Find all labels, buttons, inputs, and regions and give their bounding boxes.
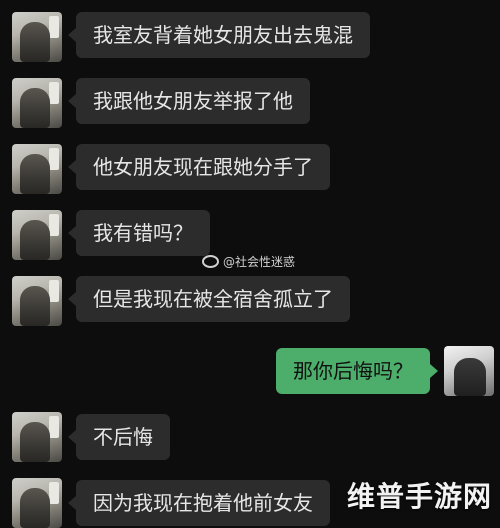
brand-watermark: 维普手游网 — [346, 480, 492, 513]
avatar-figure — [20, 220, 50, 260]
message-bubble-7[interactable]: 不后悔 — [68, 414, 170, 460]
watermark-text: @社会性迷惑 — [223, 254, 296, 269]
avatar-image — [49, 16, 59, 38]
avatar-image — [49, 280, 59, 302]
message-bubble-8[interactable]: 因为我现在抱着他前女友 — [68, 480, 330, 526]
avatar-image — [49, 482, 59, 504]
avatar-figure — [20, 286, 50, 326]
weibo-icon — [202, 254, 219, 268]
message-bubble-6[interactable]: 那你后悔吗？ — [276, 348, 438, 394]
avatar-figure — [454, 358, 486, 396]
message-bubble-4[interactable]: 我有错吗？ — [68, 210, 210, 256]
avatar-image — [49, 214, 59, 236]
avatar-figure — [20, 22, 50, 62]
message-bubble-2[interactable]: 我跟他女朋友举报了他 — [68, 78, 310, 124]
contact-avatar[interactable] — [12, 412, 62, 462]
avatar-image — [49, 82, 59, 104]
avatar-figure — [20, 154, 50, 194]
my-avatar[interactable] — [444, 346, 494, 396]
message-bubble-5[interactable]: 但是我现在被全宿舍孤立了 — [68, 276, 350, 322]
avatar-figure — [20, 88, 50, 128]
avatar-image — [49, 416, 59, 438]
contact-avatar[interactable] — [12, 12, 62, 62]
watermark: @社会性迷惑 — [202, 252, 295, 270]
contact-avatar[interactable] — [12, 78, 62, 128]
message-bubble-1[interactable]: 我室友背着她女朋友出去鬼混 — [68, 12, 370, 58]
contact-avatar[interactable] — [12, 144, 62, 194]
avatar-image — [49, 148, 59, 170]
contact-avatar[interactable] — [12, 210, 62, 260]
contact-avatar[interactable] — [12, 276, 62, 326]
message-bubble-3[interactable]: 他女朋友现在跟她分手了 — [68, 144, 330, 190]
avatar-figure — [20, 488, 50, 528]
avatar-figure — [20, 422, 50, 462]
